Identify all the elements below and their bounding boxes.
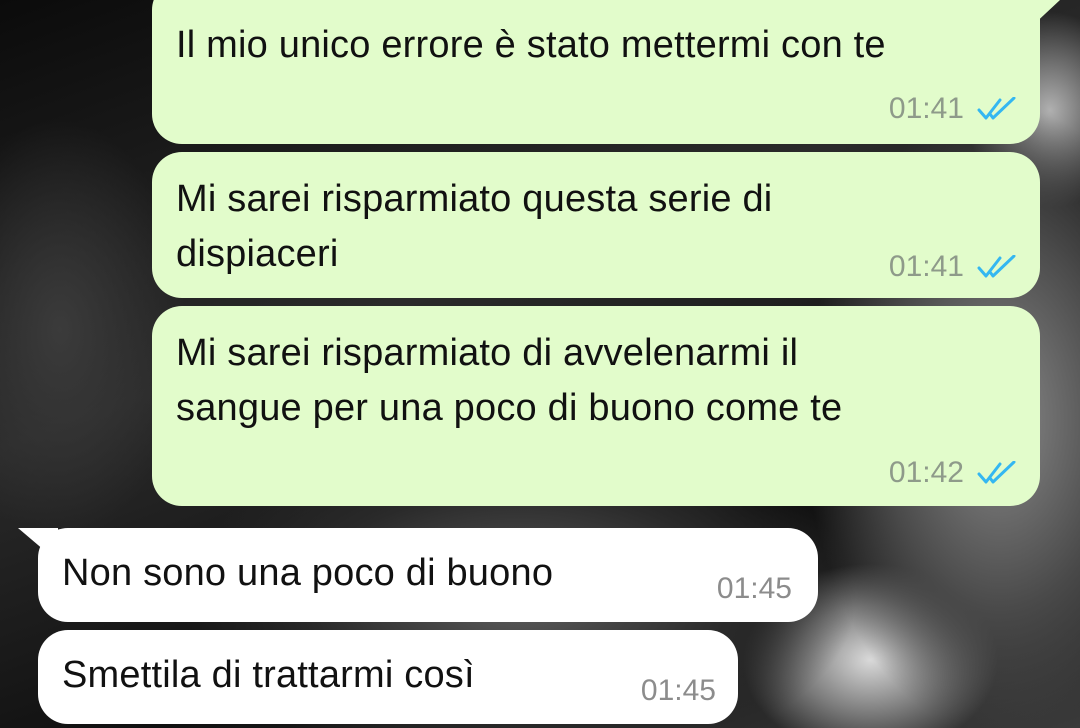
message-time: 01:42 — [888, 456, 964, 489]
message-line: Il mio unico errore è stato mettermi con… — [176, 24, 886, 66]
message-text: Mi sarei risparmiato questa serie di dis… — [176, 172, 772, 282]
message-line: Mi sarei risparmiato questa serie di — [176, 178, 773, 220]
message-meta: 01:41 — [889, 250, 1018, 284]
message-time: 01:41 — [888, 92, 964, 125]
message-meta: 01:45 — [641, 674, 716, 708]
message-line: Non sono una poco di buono — [62, 552, 554, 594]
double-check-read-icon — [977, 255, 1016, 278]
message-meta: 01:45 — [717, 572, 792, 606]
message-bubble-incoming[interactable]: Smettila di trattarmi così 01:45 — [38, 630, 738, 724]
message-text: Il mio unico errore è stato mettermi con… — [176, 18, 886, 73]
message-line: Smettila di trattarmi così — [62, 654, 475, 696]
message-bubble-outgoing[interactable]: Il mio unico errore è stato mettermi con… — [152, 0, 1040, 144]
message-bubble-outgoing[interactable]: Mi sarei risparmiato di avvelenarmi il s… — [152, 306, 1040, 506]
message-line: sangue per una poco di buono come te — [176, 387, 843, 429]
message-meta: 01:41 — [889, 92, 1018, 126]
message-text: Smettila di trattarmi così — [62, 648, 475, 703]
message-time: 01:45 — [640, 674, 716, 707]
message-line: Mi sarei risparmiato di avvelenarmi il — [176, 332, 799, 374]
message-bubble-outgoing[interactable]: Mi sarei risparmiato questa serie di dis… — [152, 152, 1040, 298]
message-bubble-incoming[interactable]: Non sono una poco di buono 01:45 — [38, 528, 818, 622]
message-time: 01:41 — [888, 250, 964, 283]
double-check-read-icon — [977, 97, 1016, 120]
message-time: 01:45 — [716, 572, 792, 605]
double-check-read-icon — [977, 461, 1016, 484]
message-text: Mi sarei risparmiato di avvelenarmi il s… — [176, 326, 842, 436]
message-meta: 01:42 — [889, 456, 1018, 490]
message-line: dispiaceri — [176, 233, 339, 275]
message-text: Non sono una poco di buono — [62, 546, 553, 601]
